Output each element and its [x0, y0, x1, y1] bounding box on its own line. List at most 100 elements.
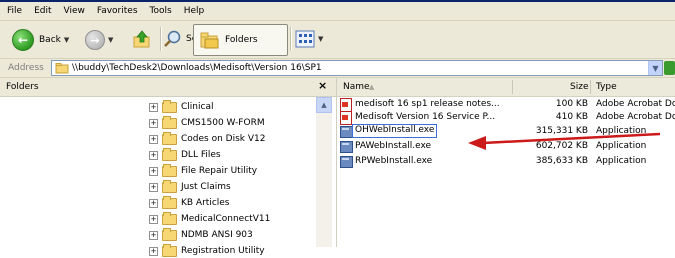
- file-name: medisoft 16 sp1 release notes...: [355, 99, 500, 109]
- folder-icon: [162, 179, 177, 193]
- expand-icon[interactable]: +: [149, 150, 158, 160]
- file-row[interactable]: RPWebInstall.exe 385,633 KB Application: [337, 155, 675, 168]
- forward-arrow-icon: →: [85, 30, 105, 50]
- folders-pane-header: Folders ×: [0, 78, 336, 97]
- column-size[interactable]: Size: [570, 82, 588, 92]
- file-type: Application: [596, 141, 647, 151]
- file-row-selected[interactable]: OHWebInstall.exe 315,331 KB Application: [337, 124, 675, 138]
- back-dropdown-icon[interactable]: ▼: [64, 36, 69, 44]
- folders-button[interactable]: Folders: [193, 24, 288, 56]
- forward-button[interactable]: → ▼: [85, 30, 113, 50]
- file-type: Adobe Acrobat Doc...: [596, 112, 675, 122]
- folder-icon: [162, 195, 177, 209]
- folders-icon: [200, 32, 219, 49]
- network-folder-icon: [55, 62, 69, 73]
- tree-item-label: File Repair Utility: [181, 166, 258, 176]
- expand-icon[interactable]: +: [149, 230, 158, 240]
- tree-item-label: Registration Utility: [181, 246, 265, 256]
- selected-file-name: OHWebInstall.exe: [352, 124, 438, 138]
- toolbar: ← Back ▼ → ▼ Search Folders: [0, 21, 675, 59]
- menu-file[interactable]: File: [0, 2, 28, 20]
- up-folder-button[interactable]: [132, 29, 152, 49]
- tree-item-label: KB Articles: [181, 198, 230, 208]
- tree-item-label: Codes on Disk V12: [181, 134, 266, 144]
- menu-tools[interactable]: Tools: [144, 2, 178, 20]
- folder-icon: [162, 211, 177, 225]
- folder-icon: [162, 163, 177, 177]
- sort-ascending-icon: ▲: [369, 83, 375, 91]
- address-dropdown-icon[interactable]: ▼: [648, 61, 662, 75]
- tree-item[interactable]: + MedicalConnectV11: [149, 211, 270, 226]
- tree-item-label: Just Claims: [181, 182, 231, 192]
- address-bar: Address \\buddy\TechDesk2\Downloads\Medi…: [0, 59, 675, 78]
- menu-edit[interactable]: Edit: [28, 2, 57, 20]
- menu-bar: File Edit View Favorites Tools Help: [0, 2, 675, 21]
- folders-label: Folders: [225, 35, 258, 45]
- expand-icon[interactable]: +: [149, 118, 158, 128]
- expand-icon[interactable]: +: [149, 198, 158, 208]
- back-label: Back: [39, 35, 61, 45]
- column-type[interactable]: Type: [596, 82, 617, 92]
- tree-item[interactable]: + File Repair Utility: [149, 163, 258, 178]
- file-row[interactable]: medisoft 16 sp1 release notes... 100 KB …: [337, 98, 675, 112]
- close-icon[interactable]: ×: [318, 79, 327, 92]
- scroll-up-icon[interactable]: ▲: [316, 97, 332, 113]
- file-row[interactable]: PAWebInstall.exe 602,702 KB Application: [337, 140, 675, 153]
- address-field[interactable]: \\buddy\TechDesk2\Downloads\Medisoft\Ver…: [51, 60, 663, 76]
- menu-favorites[interactable]: Favorites: [91, 2, 144, 20]
- forward-dropdown-icon[interactable]: ▼: [108, 36, 113, 44]
- tree-item[interactable]: + Just Claims: [149, 179, 231, 194]
- up-folder-icon: [133, 30, 150, 48]
- expand-icon[interactable]: +: [149, 182, 158, 192]
- folders-pane-title: Folders: [6, 82, 39, 92]
- views-icon: [295, 30, 315, 48]
- tree-item[interactable]: + Registration Utility: [149, 243, 265, 258]
- tree-item[interactable]: + DLL Files: [149, 147, 221, 162]
- application-icon: [340, 156, 353, 168]
- folder-icon: [162, 243, 177, 257]
- tree-item[interactable]: + Clinical: [149, 99, 214, 114]
- file-name: Medisoft Version 16 Service P...: [355, 112, 496, 122]
- file-type: Application: [596, 156, 647, 166]
- file-size: 602,702 KB: [535, 141, 588, 151]
- go-button[interactable]: [664, 61, 675, 75]
- search-icon: [164, 30, 181, 47]
- folders-scrollbar[interactable]: ▲: [316, 97, 332, 247]
- tree-item[interactable]: + Codes on Disk V12: [149, 131, 266, 146]
- menu-help[interactable]: Help: [178, 2, 211, 20]
- folder-icon: [162, 227, 177, 241]
- tree-item-label: Clinical: [181, 102, 214, 112]
- tree-item-label: NDMB ANSI 903: [181, 230, 253, 240]
- back-arrow-icon: ←: [12, 29, 34, 51]
- file-size: 315,331 KB: [535, 126, 588, 136]
- expand-icon[interactable]: +: [149, 246, 158, 256]
- expand-icon[interactable]: +: [149, 214, 158, 224]
- pdf-icon: [340, 111, 352, 125]
- folder-icon: [162, 115, 177, 129]
- address-value: \\buddy\TechDesk2\Downloads\Medisoft\Ver…: [72, 63, 322, 73]
- column-name[interactable]: Name: [343, 82, 370, 92]
- menu-view[interactable]: View: [58, 2, 91, 20]
- views-dropdown-icon[interactable]: ▼: [318, 35, 323, 43]
- tree-item-label: DLL Files: [181, 150, 221, 160]
- views-button[interactable]: ▼: [295, 30, 323, 48]
- expand-icon[interactable]: +: [149, 134, 158, 144]
- tree-item[interactable]: + CMS1500 W-FORM: [149, 115, 265, 130]
- file-type: Adobe Acrobat Doc...: [596, 99, 675, 109]
- folder-icon: [162, 147, 177, 161]
- expand-icon[interactable]: +: [149, 102, 158, 112]
- file-type: Application: [596, 126, 647, 136]
- folder-icon: [162, 131, 177, 145]
- file-size: 410 KB: [555, 112, 588, 122]
- back-button[interactable]: ← Back ▼: [12, 29, 69, 51]
- tree-item[interactable]: + KB Articles: [149, 195, 230, 210]
- expand-icon[interactable]: +: [149, 166, 158, 176]
- file-name: RPWebInstall.exe: [355, 156, 433, 166]
- file-list-header: Name ▲ Size Type: [337, 78, 675, 97]
- tree-item[interactable]: + NDMB ANSI 903: [149, 227, 253, 242]
- file-size: 100 KB: [555, 99, 588, 109]
- file-list: Name ▲ Size Type medisoft 16 sp1 release…: [337, 78, 675, 247]
- application-icon: [340, 141, 353, 153]
- file-row[interactable]: Medisoft Version 16 Service P... 410 KB …: [337, 111, 675, 125]
- pdf-icon: [340, 98, 352, 112]
